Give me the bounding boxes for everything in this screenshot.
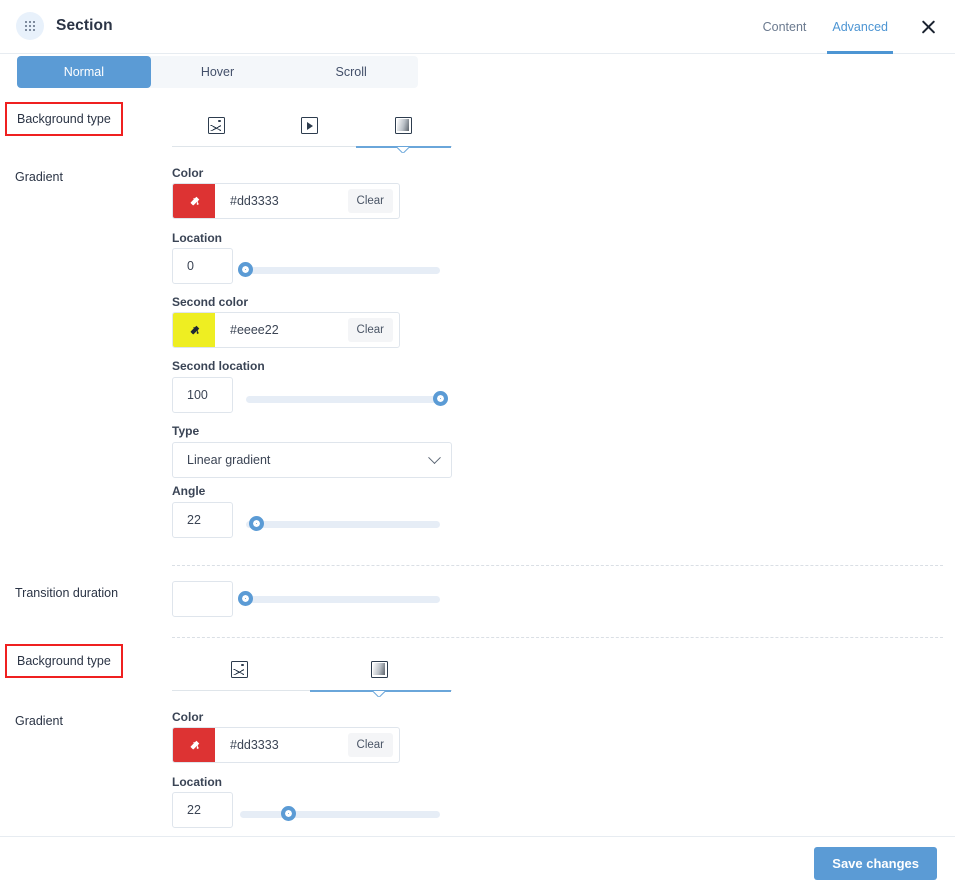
color-value-secondary[interactable]: #eeee22 <box>215 313 348 347</box>
slider-track <box>240 811 440 818</box>
field-label-location: Location <box>172 231 222 245</box>
tab-advanced[interactable]: Advanced <box>819 0 901 54</box>
close-button[interactable] <box>901 0 955 54</box>
location-input[interactable] <box>172 248 233 284</box>
second-location-slider[interactable] <box>246 390 448 408</box>
row-label-background-type-normal: Background type <box>5 102 123 136</box>
angle-input[interactable] <box>172 502 233 538</box>
bg-type-gradient-tab[interactable] <box>388 110 418 140</box>
section-divider <box>172 637 943 638</box>
row-label-gradient-normal: Gradient <box>15 170 63 184</box>
image-icon <box>207 116 225 134</box>
color-swatch-hover[interactable] <box>173 728 215 762</box>
save-changes-button[interactable]: Save changes <box>814 847 937 880</box>
field-label-location-hover: Location <box>172 775 222 789</box>
chevron-down-icon <box>428 450 441 464</box>
row-label-transition-duration: Transition duration <box>15 586 119 600</box>
state-tab-hover[interactable]: Hover <box>151 56 285 88</box>
slider-thumb[interactable] <box>238 262 253 277</box>
field-label-second-color: Second color <box>172 295 249 309</box>
slider-track <box>246 521 440 528</box>
field-label-type: Type <box>172 424 200 438</box>
page-title: Section <box>56 17 113 34</box>
slider-track <box>246 396 448 403</box>
color-swatch-primary[interactable] <box>173 184 215 218</box>
panel-header-left: Section <box>16 12 113 40</box>
color-field-hover: #dd3333 Clear <box>172 727 400 763</box>
transition-duration-slider[interactable] <box>238 590 440 608</box>
field-label-second-location: Second location <box>172 359 265 373</box>
location-slider[interactable] <box>238 261 440 279</box>
slider-thumb[interactable] <box>249 516 264 531</box>
state-tab-scroll[interactable]: Scroll <box>284 56 418 88</box>
field-label-color-hover: Color <box>172 710 204 724</box>
second-location-input[interactable] <box>172 377 233 413</box>
color-value-primary[interactable]: #dd3333 <box>215 184 348 218</box>
color-value-hover[interactable]: #dd3333 <box>215 728 348 762</box>
transition-duration-input[interactable] <box>172 581 233 617</box>
bg-type-gradient-tab-hover[interactable] <box>364 654 394 684</box>
bg-type-image-tab[interactable] <box>201 110 231 140</box>
gradient-icon <box>394 116 412 134</box>
location-input-hover[interactable] <box>172 792 233 828</box>
settings-content: Background type Gradient Color #dd3333 C… <box>0 96 955 838</box>
grid-dots-glyph <box>25 21 35 31</box>
section-divider <box>172 565 943 566</box>
state-tab-normal[interactable]: Normal <box>17 56 151 88</box>
grid-dots-icon[interactable] <box>16 12 44 40</box>
video-icon <box>300 116 318 134</box>
clear-color-primary-button[interactable]: Clear <box>347 189 393 213</box>
row-label-background-type-hover: Background type <box>5 644 123 678</box>
close-icon <box>920 19 937 36</box>
angle-slider[interactable] <box>246 515 440 533</box>
tab-content[interactable]: Content <box>750 0 820 54</box>
row-label-gradient-hover: Gradient <box>15 714 63 728</box>
gradient-type-select[interactable]: Linear gradient <box>172 442 452 478</box>
settings-panel: Section Content Advanced Normal Hover Sc… <box>0 0 955 891</box>
gradient-icon <box>370 660 388 678</box>
location-slider-hover[interactable] <box>240 805 440 823</box>
image-icon <box>230 660 248 678</box>
clear-color-hover-button[interactable]: Clear <box>347 733 393 757</box>
bg-type-image-tab-hover[interactable] <box>224 654 254 684</box>
color-field-secondary: #eeee22 Clear <box>172 312 400 348</box>
gradient-type-value: Linear gradient <box>187 453 271 467</box>
bg-type-video-tab[interactable] <box>294 110 324 140</box>
chevron-down-icon <box>373 691 385 697</box>
slider-track <box>238 596 440 603</box>
field-label-angle: Angle <box>172 484 206 498</box>
field-label-color: Color <box>172 166 204 180</box>
color-field-primary: #dd3333 Clear <box>172 183 400 219</box>
panel-header-right: Content Advanced <box>750 0 955 54</box>
slider-thumb[interactable] <box>238 591 253 606</box>
chevron-down-icon <box>397 147 409 153</box>
panel-header: Section Content Advanced <box>0 0 955 54</box>
slider-thumb[interactable] <box>281 806 296 821</box>
state-tab-bar: Normal Hover Scroll <box>17 56 418 88</box>
color-swatch-secondary[interactable] <box>173 313 215 347</box>
panel-footer: Save changes <box>0 836 955 891</box>
slider-track <box>238 267 440 274</box>
clear-color-secondary-button[interactable]: Clear <box>347 318 393 342</box>
slider-thumb[interactable] <box>433 391 448 406</box>
